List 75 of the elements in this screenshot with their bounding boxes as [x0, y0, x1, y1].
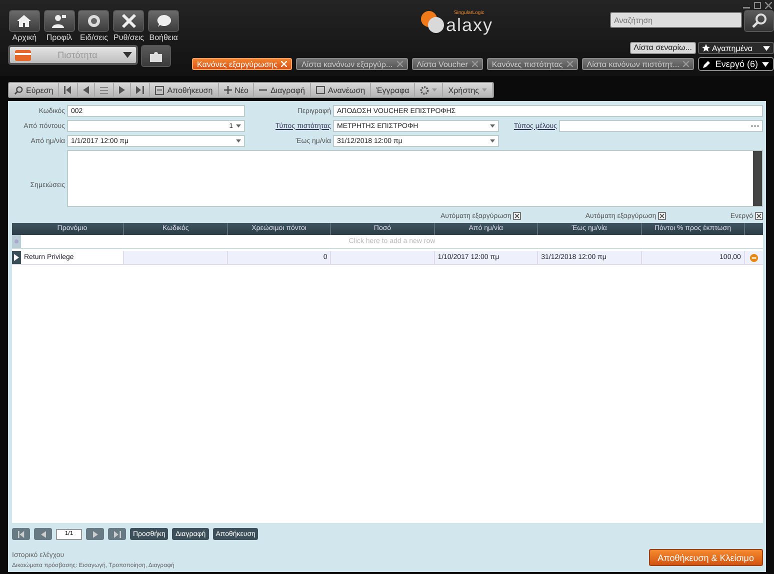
caret-icon: [236, 124, 241, 128]
save-icon: [155, 86, 164, 94]
tools-icon: [120, 13, 137, 29]
last-icon: [114, 530, 120, 538]
first-icon: [18, 530, 24, 538]
card-icon: [14, 48, 32, 62]
caret-icon: [236, 139, 241, 143]
help-nav-button[interactable]: [148, 10, 180, 32]
previous-icon: [40, 530, 46, 538]
tab[interactable]: Λίστα κανόνων εξαργύρ...: [296, 58, 408, 70]
caret-icon: [762, 62, 769, 66]
text-toolbar-button[interactable]: Έγγραφα: [371, 83, 416, 97]
remove-icon[interactable]: [750, 254, 758, 262]
next-icon: [92, 530, 98, 538]
logo-text: alaxy: [446, 16, 493, 34]
menu-toolbar-button[interactable]: Χρήστης: [443, 83, 494, 97]
favorites-button[interactable]: Αγαπημένα: [698, 42, 774, 54]
checkbox[interactable]: [513, 212, 522, 220]
puzzle-button[interactable]: [141, 45, 171, 67]
nav-label: Ρυθ/σεις: [114, 33, 144, 42]
first-page-button[interactable]: [12, 528, 30, 540]
search-toolbar-button[interactable]: Εύρεση: [9, 83, 60, 97]
previous-page-button[interactable]: [34, 528, 52, 540]
person-icon: [51, 14, 68, 28]
help-icon: [156, 14, 172, 28]
close-icon[interactable]: [764, 2, 772, 8]
last-page-button[interactable]: [108, 528, 126, 540]
window-icon: [316, 86, 325, 94]
nav-label: Βοήθεια: [149, 33, 178, 42]
delete-toolbar-button[interactable]: Διαγραφή: [254, 83, 311, 97]
nav-label: Ειδ/σεις: [80, 33, 108, 42]
logo-icon: [418, 9, 445, 35]
search-field[interactable]: Αναζήτηση: [610, 12, 742, 28]
checkbox[interactable]: [755, 212, 763, 220]
caret-icon: [762, 46, 770, 50]
refresh-toolbar-button[interactable]: Ανανέωση: [311, 83, 372, 97]
caret-icon: [123, 52, 132, 58]
last-icon: [136, 86, 144, 94]
save-toolbar-button[interactable]: Αποθήκευση: [150, 83, 219, 97]
list-icon: [100, 86, 108, 94]
checkbox[interactable]: [658, 212, 666, 220]
home-nav-button[interactable]: [8, 10, 40, 32]
caret-icon: [432, 88, 438, 92]
nav-label: Αρχική: [12, 33, 37, 42]
profile-nav-button[interactable]: [44, 10, 75, 32]
first-icon: [64, 86, 72, 94]
tab[interactable]: Λίστα Voucher: [412, 58, 483, 70]
home-icon: [16, 14, 32, 28]
plus-icon: [224, 86, 232, 94]
current-row-icon: [14, 254, 19, 261]
tools-nav-button[interactable]: [113, 10, 144, 32]
maximize-icon[interactable]: [754, 2, 761, 8]
caret-icon: [490, 124, 495, 128]
notes-field[interactable]: [67, 150, 763, 207]
scenario-list-button[interactable]: Λίστα σεναρίω...: [630, 42, 696, 54]
caret-icon: [490, 139, 495, 143]
gear-icon: [420, 86, 430, 94]
tab[interactable]: Λίστα κανόνων πιστότητ...: [582, 58, 694, 70]
new-toolbar-button[interactable]: Νέο: [218, 83, 254, 97]
next-icon: [119, 86, 126, 94]
asterisk-icon: [14, 239, 19, 244]
nav-label: Προφίλ: [46, 33, 72, 42]
search-icon: [14, 86, 23, 94]
notifications-nav-button[interactable]: [78, 10, 110, 32]
search-button[interactable]: [744, 10, 774, 32]
previous-icon: [83, 86, 90, 94]
member-type-field[interactable]: [559, 120, 763, 132]
active-windows-button[interactable]: Ενεργό (6): [698, 57, 774, 71]
scrollbar[interactable]: [753, 151, 762, 206]
star-icon: [702, 44, 710, 52]
caret-icon: [482, 88, 488, 92]
pencil-icon: [703, 60, 712, 68]
tab[interactable]: Κανόνες πιστότητας: [486, 58, 578, 70]
next-page-button[interactable]: [86, 528, 104, 540]
search-icon: [750, 13, 767, 29]
